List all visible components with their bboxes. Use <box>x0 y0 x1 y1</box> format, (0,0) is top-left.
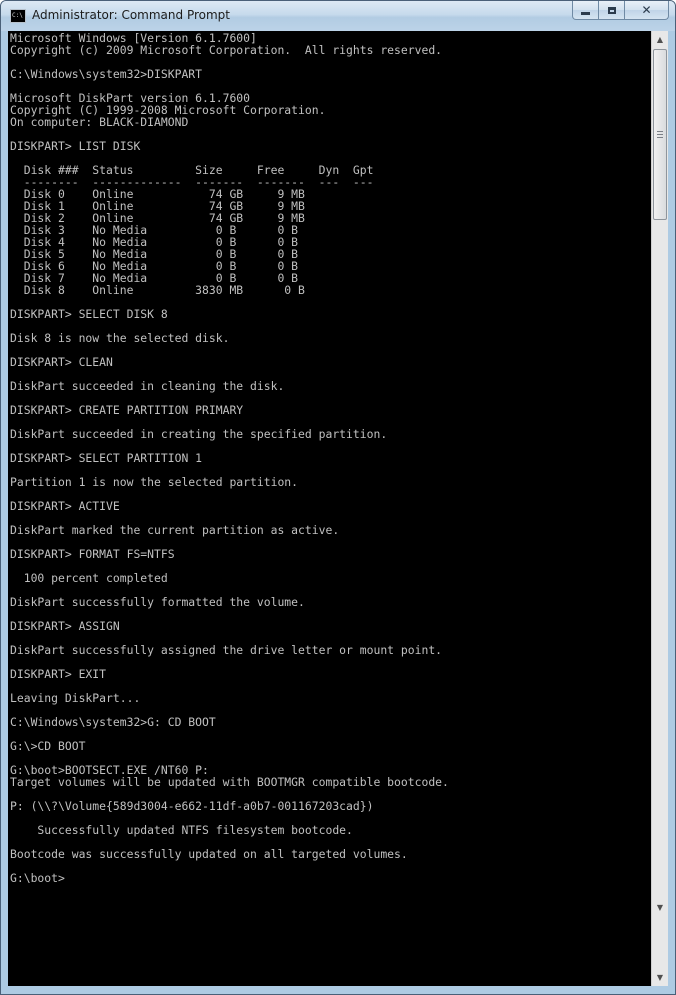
caption-buttons: ✕ <box>572 1 669 21</box>
console-text: Microsoft Windows [Version 6.1.7600] Cop… <box>10 31 449 885</box>
minimize-button[interactable] <box>572 1 599 20</box>
minimize-icon <box>581 11 590 15</box>
scroll-page-down-icon[interactable]: ▼ <box>652 902 668 912</box>
scroll-down-arrow-icon[interactable]: ▼ <box>652 969 668 986</box>
close-button[interactable]: ✕ <box>624 1 669 20</box>
maximize-button[interactable] <box>598 1 625 20</box>
close-icon: ✕ <box>641 3 652 17</box>
cmd-app-icon[interactable]: C:\ <box>10 9 26 23</box>
console-output[interactable]: Microsoft Windows [Version 6.1.7600] Cop… <box>8 31 651 986</box>
window-title: Administrator: Command Prompt <box>32 8 230 22</box>
title-bar[interactable]: C:\ Administrator: Command Prompt ✕ <box>1 1 675 31</box>
scroll-up-arrow-icon[interactable]: ▲ <box>652 31 668 48</box>
grip-icon <box>657 131 663 138</box>
maximize-icon <box>607 6 616 14</box>
scrollbar-thumb[interactable] <box>653 49 667 220</box>
vertical-scrollbar[interactable]: ▲ ▼ ▼ <box>651 31 668 986</box>
command-prompt-window: C:\ Administrator: Command Prompt ✕ Micr… <box>0 0 676 995</box>
